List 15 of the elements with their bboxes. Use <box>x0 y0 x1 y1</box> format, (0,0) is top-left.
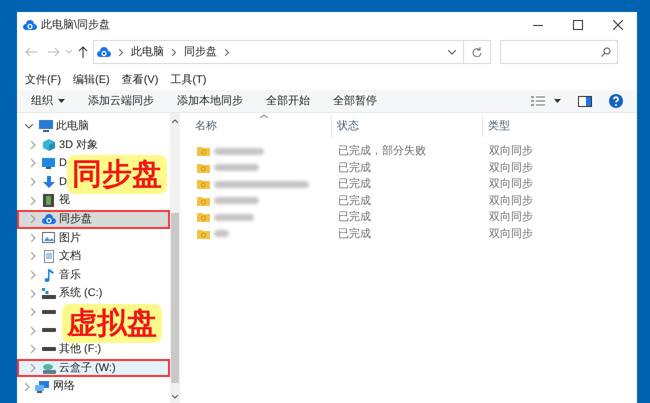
callout-tooltip: 同步盘 <box>67 155 167 194</box>
callout-tooltip: 虚拟盘 <box>62 304 162 343</box>
table-cell-text: 已完成 <box>337 176 372 192</box>
table-cell-text: 已完成 <box>337 210 372 225</box>
table-cell-text: 已完成 <box>337 160 372 176</box>
window-title: 此电脑\同步盘 <box>41 18 110 33</box>
table-cell-text: 已完成 <box>337 194 372 208</box>
table-cell-text: 双向同步 <box>488 160 534 176</box>
table-cell-text: 双向同步 <box>488 144 534 159</box>
table-cell-text: 已完成 <box>337 226 372 242</box>
table-cell-text: 双向同步 <box>488 194 534 208</box>
table-cell-text: 已完成，部分失败 <box>337 144 427 159</box>
table-cell-text: 双向同步 <box>488 210 534 225</box>
table-cell-text: 双向同步 <box>488 226 534 242</box>
table-cell-text: 双向同步 <box>488 177 534 192</box>
